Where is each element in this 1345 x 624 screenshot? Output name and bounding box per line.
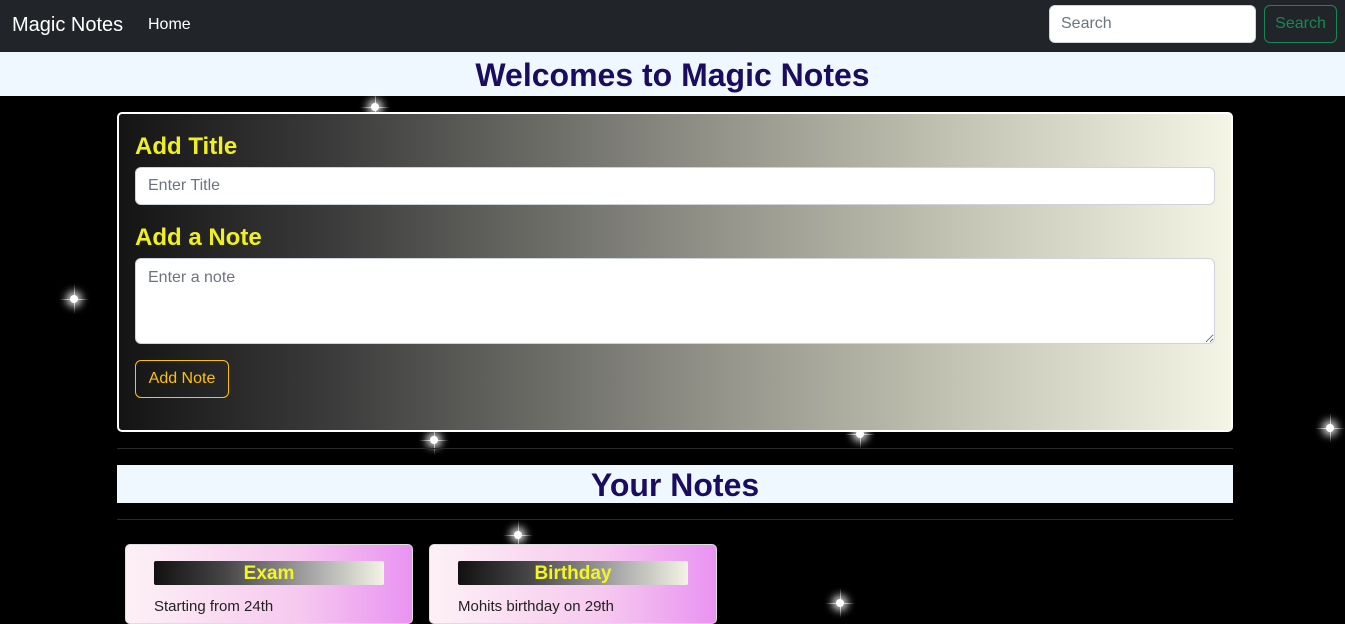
nav-link-home[interactable]: Home: [148, 15, 191, 35]
note-text: Mohits birthday on 29th: [458, 598, 614, 615]
brand-logo[interactable]: Magic Notes: [12, 12, 123, 38]
notes-heading: Your Notes: [117, 465, 1233, 503]
add-title-label: Add Title: [135, 133, 238, 160]
add-note-label: Add a Note: [135, 224, 262, 251]
page-title: Welcomes to Magic Notes: [0, 52, 1345, 96]
search-button[interactable]: Search: [1264, 5, 1337, 43]
note-card: Exam Starting from 24th: [125, 544, 413, 624]
title-input[interactable]: [135, 167, 1215, 205]
add-note-card: Add Title Add a Note Add Note: [117, 112, 1233, 432]
divider: [117, 448, 1233, 449]
note-title: Birthday: [458, 561, 688, 585]
add-note-button[interactable]: Add Note: [135, 360, 229, 398]
divider: [117, 519, 1233, 520]
navbar: Magic Notes Home Search: [0, 0, 1345, 52]
note-card: Birthday Mohits birthday on 29th: [429, 544, 717, 624]
note-textarea[interactable]: [135, 258, 1215, 344]
sparkle-decoration: [825, 588, 855, 618]
note-title: Exam: [154, 561, 384, 585]
sparkle-decoration: [59, 284, 89, 314]
sparkle-decoration: [1315, 413, 1345, 443]
note-text: Starting from 24th: [154, 598, 274, 615]
search-input[interactable]: [1049, 5, 1256, 43]
